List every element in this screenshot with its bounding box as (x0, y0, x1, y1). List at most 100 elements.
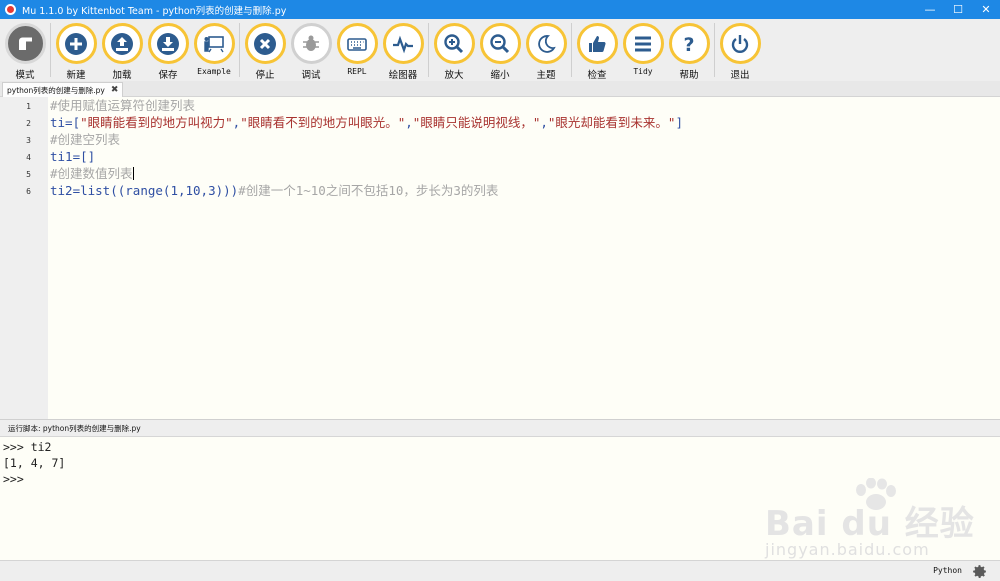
maximize-button[interactable]: ☐ (944, 0, 972, 19)
code-line[interactable]: ti=["眼睛能看到的地方叫视力","眼睛看不到的地方叫眼光。","眼睛只能说明… (50, 114, 683, 131)
lines-icon (622, 23, 664, 64)
close-tab-icon[interactable]: ✖ (111, 85, 119, 95)
mode-label: 模式 (15, 70, 35, 81)
keyboard-icon (336, 23, 378, 64)
debug-label: 调试 (301, 70, 321, 81)
code-token: , (405, 115, 413, 130)
power-icon (719, 23, 761, 64)
check-button[interactable]: 检查 (574, 19, 620, 81)
text-cursor (132, 167, 134, 180)
toolbar-separator (714, 23, 715, 77)
file-tab[interactable]: python列表的创建与删除.py ✖ (2, 82, 124, 97)
help-button[interactable]: ? 帮助 (666, 19, 712, 81)
tab-bar: python列表的创建与删除.py ✖ (0, 81, 1000, 97)
zoom-in-button[interactable]: 放大 (431, 19, 477, 81)
plotter-label: 绘图器 (388, 70, 418, 81)
code-line[interactable]: #创建数值列表 (50, 165, 134, 182)
toolbar: 模式 新建 加载 保存 Example 停止 调试 REPL 绘图器 放大 缩小… (0, 19, 1000, 81)
code-token: , (540, 115, 548, 130)
repl-button[interactable]: REPL (334, 19, 380, 81)
code-token: "眼睛只能说明视线，" (412, 115, 541, 130)
new-label: 新建 (66, 70, 86, 81)
code-token: (( (110, 183, 126, 198)
code-token: #使用赋值运算符创建列表 (50, 98, 196, 113)
title-bar: Mu 1.1.0 by Kittenbot Team - python列表的创建… (0, 0, 1000, 19)
svg-text:?: ? (683, 34, 694, 56)
repl-line: >>> (3, 472, 24, 486)
line-number-gutter: 1 2 3 4 5 6 (0, 97, 48, 419)
toolbar-separator (50, 23, 51, 77)
repl-line: >>> ti2 (3, 440, 52, 454)
repl-label: REPL (347, 67, 367, 76)
zoom-out-button[interactable]: 缩小 (477, 19, 523, 81)
line-number: 4 (26, 153, 31, 162)
line-number: 3 (26, 136, 31, 145)
watermark-brand: Bai du 经验 (765, 504, 975, 544)
zoom-out-label: 缩小 (490, 70, 510, 81)
mode-icon (4, 23, 46, 64)
upload-icon (101, 23, 143, 64)
code-token: range (125, 183, 163, 198)
watermark-url: jingyan.baidu.com (765, 540, 930, 559)
stop-button[interactable]: 停止 (242, 19, 288, 81)
quit-button[interactable]: 退出 (717, 19, 763, 81)
code-token: "眼睛看不到的地方叫眼光。" (240, 115, 406, 130)
download-icon (147, 23, 189, 64)
code-editor[interactable]: 1 2 3 4 5 6 #使用赋值运算符创建列表 ti=["眼睛能看到的地方叫视力… (0, 97, 1000, 419)
load-button[interactable]: 加载 (99, 19, 145, 81)
line-number: 2 (26, 119, 31, 128)
code-token: ti1=[] (50, 149, 96, 164)
code-line[interactable]: ti1=[] (50, 148, 95, 165)
app-logo-icon (5, 4, 16, 15)
question-icon: ? (668, 23, 710, 64)
new-button[interactable]: 新建 (53, 19, 99, 81)
file-tab-label: python列表的创建与删除.py (7, 85, 105, 95)
stop-label: 停止 (255, 70, 275, 81)
code-token: "眼睛能看到的地方叫视力" (80, 115, 233, 130)
code-token: #创建一个1~10之间不包括10，步长为3的列表 (238, 183, 499, 198)
theme-label: 主题 (536, 70, 556, 81)
line-number: 5 (26, 170, 31, 179)
gear-icon[interactable] (971, 563, 988, 580)
pulse-icon (382, 23, 424, 64)
code-token: list (80, 183, 111, 198)
zoom-out-icon (479, 23, 521, 64)
code-line[interactable]: #使用赋值运算符创建列表 (50, 97, 195, 114)
baidu-watermark: Bai du 经验 jingyan.baidu.com (765, 478, 974, 559)
code-line[interactable]: ti2=list((range(1,10,3)))#创建一个1~10之间不包括1… (50, 182, 498, 199)
code-token: ti2= (50, 183, 81, 198)
code-line[interactable]: #创建空列表 (50, 131, 120, 148)
thumbs-up-icon (576, 23, 618, 64)
code-token: ] (675, 115, 683, 130)
moon-icon (525, 23, 567, 64)
run-script-bar: 运行脚本: python列表的创建与删除.py (0, 419, 1000, 436)
code-token: ti=[ (50, 115, 81, 130)
window-title: Mu 1.1.0 by Kittenbot Team - python列表的创建… (22, 5, 287, 17)
plotter-button[interactable]: 绘图器 (380, 19, 426, 81)
debug-button[interactable]: 调试 (288, 19, 334, 81)
quit-label: 退出 (730, 70, 750, 81)
zoom-in-label: 放大 (444, 70, 464, 81)
tidy-label: Tidy (633, 67, 653, 76)
mode-button[interactable]: 模式 (2, 19, 48, 81)
bug-icon (290, 23, 332, 64)
example-button[interactable]: Example (191, 19, 237, 81)
line-number: 1 (26, 102, 31, 111)
close-window-button[interactable]: ✕ (972, 0, 1000, 19)
mode-indicator[interactable]: Python (933, 566, 962, 575)
minimize-button[interactable]: — (916, 0, 944, 19)
example-label: Example (197, 67, 231, 76)
code-token: "眼光却能看到未来。" (547, 115, 676, 130)
save-button[interactable]: 保存 (145, 19, 191, 81)
toolbar-separator (428, 23, 429, 77)
code-token: #创建数值列表 (50, 166, 133, 181)
code-token: (1,10,3))) (162, 183, 239, 198)
load-label: 加载 (112, 70, 132, 81)
tidy-button[interactable]: Tidy (620, 19, 666, 81)
theme-button[interactable]: 主题 (523, 19, 569, 81)
save-label: 保存 (158, 70, 178, 81)
plus-icon (55, 23, 97, 64)
help-label: 帮助 (679, 70, 699, 81)
code-token: #创建空列表 (50, 132, 121, 147)
zoom-in-icon (433, 23, 475, 64)
